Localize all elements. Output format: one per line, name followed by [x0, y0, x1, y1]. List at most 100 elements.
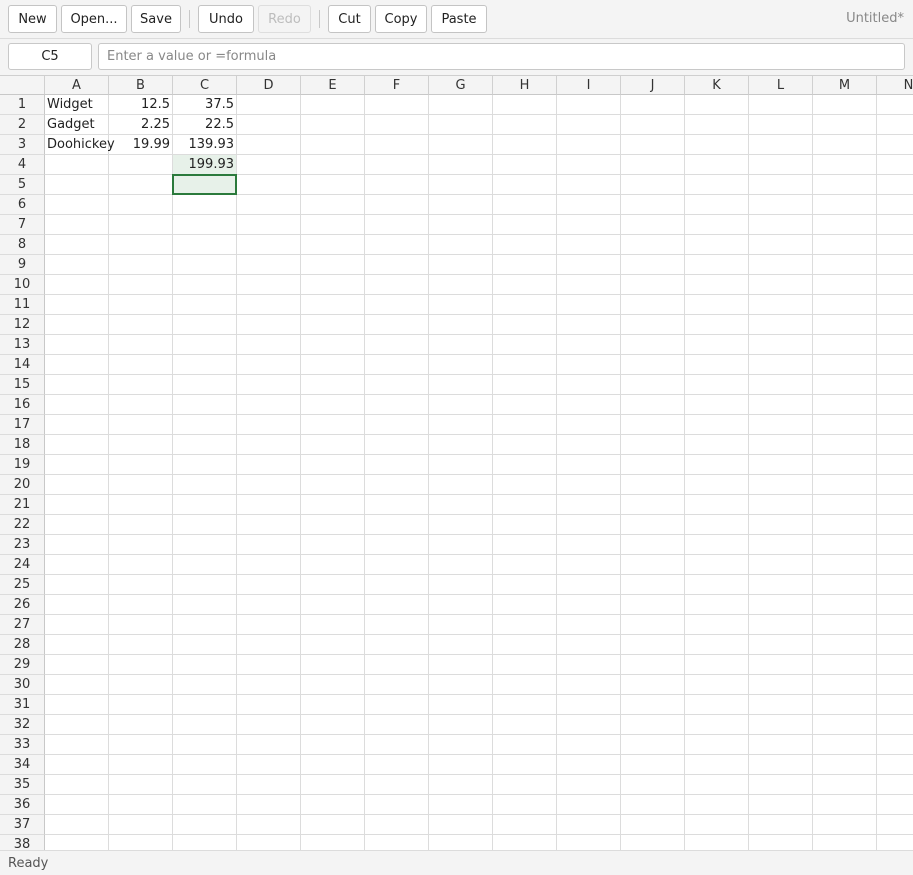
cell-f17[interactable]: [365, 415, 429, 435]
cell-k26[interactable]: [685, 595, 749, 615]
cell-k19[interactable]: [685, 455, 749, 475]
cell-l12[interactable]: [749, 315, 813, 335]
cell-h33[interactable]: [493, 735, 557, 755]
cell-h35[interactable]: [493, 775, 557, 795]
cell-k21[interactable]: [685, 495, 749, 515]
cell-l18[interactable]: [749, 435, 813, 455]
cell-l17[interactable]: [749, 415, 813, 435]
cell-g4[interactable]: [429, 155, 493, 175]
cell-f35[interactable]: [365, 775, 429, 795]
cell-m28[interactable]: [813, 635, 877, 655]
cell-k13[interactable]: [685, 335, 749, 355]
cell-l31[interactable]: [749, 695, 813, 715]
cell-b20[interactable]: [109, 475, 173, 495]
cell-n21[interactable]: [877, 495, 913, 515]
cell-l34[interactable]: [749, 755, 813, 775]
cell-a25[interactable]: [45, 575, 109, 595]
cell-e16[interactable]: [301, 395, 365, 415]
cell-j20[interactable]: [621, 475, 685, 495]
cell-k27[interactable]: [685, 615, 749, 635]
cell-k9[interactable]: [685, 255, 749, 275]
cell-a36[interactable]: [45, 795, 109, 815]
cell-i31[interactable]: [557, 695, 621, 715]
new-button[interactable]: New: [8, 5, 57, 33]
cell-j32[interactable]: [621, 715, 685, 735]
cell-i19[interactable]: [557, 455, 621, 475]
cell-j26[interactable]: [621, 595, 685, 615]
cell-j17[interactable]: [621, 415, 685, 435]
cell-h24[interactable]: [493, 555, 557, 575]
cell-d35[interactable]: [237, 775, 301, 795]
cell-n34[interactable]: [877, 755, 913, 775]
cell-i20[interactable]: [557, 475, 621, 495]
cell-n25[interactable]: [877, 575, 913, 595]
cell-j25[interactable]: [621, 575, 685, 595]
row-header-9[interactable]: 9: [0, 255, 45, 275]
cell-n17[interactable]: [877, 415, 913, 435]
cell-l32[interactable]: [749, 715, 813, 735]
cell-m37[interactable]: [813, 815, 877, 835]
cell-h28[interactable]: [493, 635, 557, 655]
cell-m6[interactable]: [813, 195, 877, 215]
cell-e30[interactable]: [301, 675, 365, 695]
cell-c10[interactable]: [173, 275, 237, 295]
cell-l1[interactable]: [749, 95, 813, 115]
cell-h11[interactable]: [493, 295, 557, 315]
cell-m21[interactable]: [813, 495, 877, 515]
cell-k29[interactable]: [685, 655, 749, 675]
cell-h22[interactable]: [493, 515, 557, 535]
cell-j1[interactable]: [621, 95, 685, 115]
cell-i23[interactable]: [557, 535, 621, 555]
cell-c35[interactable]: [173, 775, 237, 795]
cell-b17[interactable]: [109, 415, 173, 435]
cell-a13[interactable]: [45, 335, 109, 355]
cell-h37[interactable]: [493, 815, 557, 835]
cell-b5[interactable]: [109, 175, 173, 195]
cell-f2[interactable]: [365, 115, 429, 135]
cell-g22[interactable]: [429, 515, 493, 535]
column-header-b[interactable]: B: [109, 76, 173, 95]
cell-k23[interactable]: [685, 535, 749, 555]
cell-g26[interactable]: [429, 595, 493, 615]
cell-d36[interactable]: [237, 795, 301, 815]
column-header-l[interactable]: L: [749, 76, 813, 95]
cell-h17[interactable]: [493, 415, 557, 435]
cell-h14[interactable]: [493, 355, 557, 375]
cell-e31[interactable]: [301, 695, 365, 715]
cell-b26[interactable]: [109, 595, 173, 615]
cell-m25[interactable]: [813, 575, 877, 595]
cell-h36[interactable]: [493, 795, 557, 815]
cell-m32[interactable]: [813, 715, 877, 735]
cell-a31[interactable]: [45, 695, 109, 715]
cell-m24[interactable]: [813, 555, 877, 575]
row-header-36[interactable]: 36: [0, 795, 45, 815]
cell-k35[interactable]: [685, 775, 749, 795]
cell-m9[interactable]: [813, 255, 877, 275]
cell-m8[interactable]: [813, 235, 877, 255]
cell-g11[interactable]: [429, 295, 493, 315]
cell-l6[interactable]: [749, 195, 813, 215]
cell-g18[interactable]: [429, 435, 493, 455]
cell-a23[interactable]: [45, 535, 109, 555]
cell-b30[interactable]: [109, 675, 173, 695]
cell-d29[interactable]: [237, 655, 301, 675]
cell-c7[interactable]: [173, 215, 237, 235]
cell-j9[interactable]: [621, 255, 685, 275]
cell-h7[interactable]: [493, 215, 557, 235]
cell-a5[interactable]: [45, 175, 109, 195]
cell-j29[interactable]: [621, 655, 685, 675]
cell-h25[interactable]: [493, 575, 557, 595]
cell-h32[interactable]: [493, 715, 557, 735]
row-header-23[interactable]: 23: [0, 535, 45, 555]
cell-a32[interactable]: [45, 715, 109, 735]
cell-n15[interactable]: [877, 375, 913, 395]
cell-i3[interactable]: [557, 135, 621, 155]
cell-i2[interactable]: [557, 115, 621, 135]
row-header-24[interactable]: 24: [0, 555, 45, 575]
row-header-21[interactable]: 21: [0, 495, 45, 515]
column-header-a[interactable]: A: [45, 76, 109, 95]
cell-i38[interactable]: [557, 835, 621, 850]
cell-m34[interactable]: [813, 755, 877, 775]
cell-e6[interactable]: [301, 195, 365, 215]
cell-g20[interactable]: [429, 475, 493, 495]
